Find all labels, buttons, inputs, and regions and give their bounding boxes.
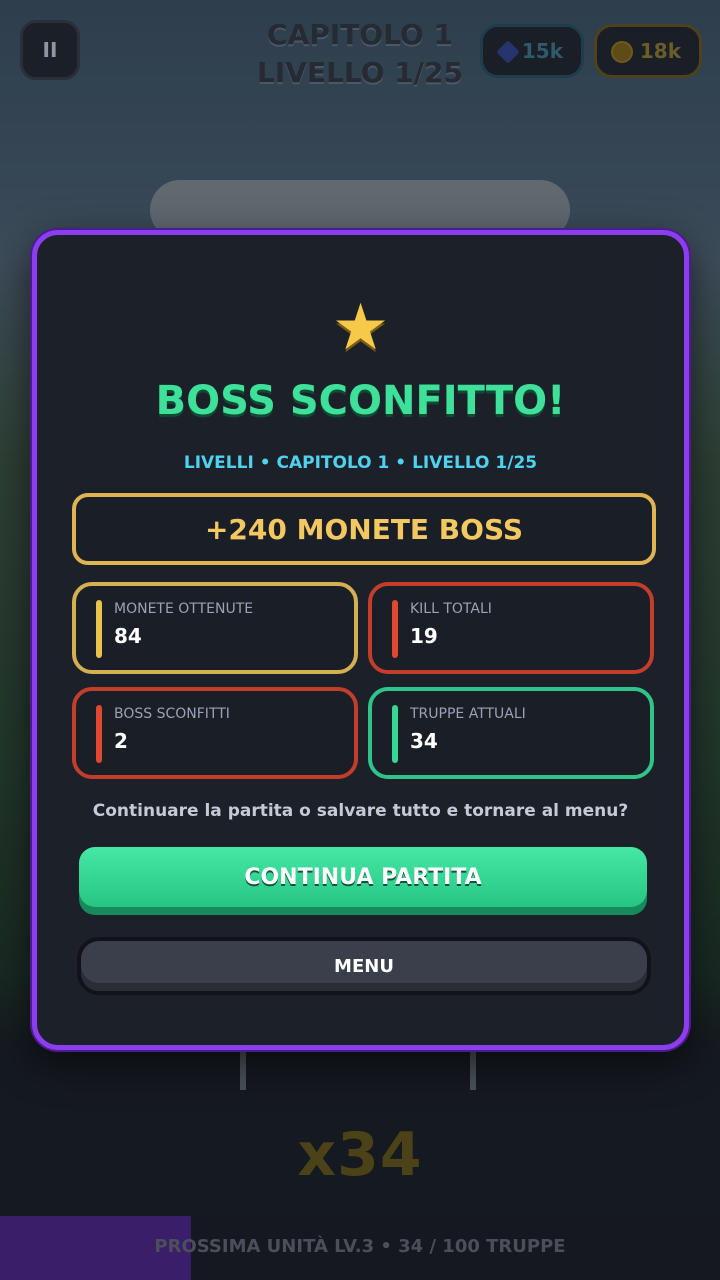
stat-label: BOSS SCONFITTI bbox=[114, 706, 230, 722]
star-icon: ★ bbox=[331, 291, 390, 365]
dialog-title: BOSS SCONFITTO! bbox=[155, 378, 566, 424]
stat-value: 84 bbox=[114, 624, 142, 648]
continue-game-label: CONTINUA PARTITA bbox=[244, 864, 482, 890]
gems-value: 15k bbox=[521, 39, 563, 63]
menu-button[interactable]: MENU bbox=[77, 937, 651, 995]
continue-game-button[interactable]: CONTINUA PARTITA bbox=[79, 847, 647, 907]
gems-counter: 15k bbox=[480, 24, 584, 78]
next-unit-bar: PROSSIMA UNITÀ LV.3 • 34 / 100 TRUPPE bbox=[0, 1216, 720, 1280]
coins-value: 18k bbox=[639, 39, 681, 63]
stat-value: 2 bbox=[114, 729, 128, 753]
stat-accent-bar bbox=[392, 600, 398, 658]
menu-label: MENU bbox=[334, 955, 394, 977]
pause-button[interactable]: II bbox=[20, 20, 80, 80]
chapter-indicator: CAPITOLO 1 LIVELLO 1/25 bbox=[220, 16, 500, 92]
stat-value: 34 bbox=[410, 729, 438, 753]
stat-current-troops: TRUPPE ATTUALI 34 bbox=[368, 687, 654, 779]
stat-label: KILL TOTALI bbox=[410, 601, 492, 617]
gem-icon bbox=[496, 40, 520, 64]
stat-accent-bar bbox=[392, 705, 398, 763]
stat-accent-bar bbox=[96, 600, 102, 658]
stat-bosses-defeated: BOSS SCONFITTI 2 bbox=[72, 687, 358, 779]
boss-defeated-dialog: ★ BOSS SCONFITTO! LIVELLI • CAPITOLO 1 •… bbox=[32, 230, 689, 1050]
coin-icon bbox=[611, 41, 633, 63]
stat-accent-bar bbox=[96, 705, 102, 763]
troop-multiplier: x34 bbox=[297, 1120, 423, 1190]
stat-value: 19 bbox=[410, 624, 438, 648]
stat-label: MONETE OTTENUTE bbox=[114, 601, 254, 617]
stat-label: TRUPPE ATTUALI bbox=[410, 706, 526, 722]
stat-total-kills: KILL TOTALI 19 bbox=[368, 582, 654, 674]
coins-counter: 18k bbox=[594, 24, 702, 78]
chapter-label: CAPITOLO 1 bbox=[267, 18, 453, 51]
boss-reward-banner: +240 MONETE BOSS bbox=[72, 493, 656, 565]
level-label: LIVELLO 1/25 bbox=[257, 56, 463, 89]
dialog-subtitle: LIVELLI • CAPITOLO 1 • LIVELLO 1/25 bbox=[183, 453, 538, 473]
continue-question: Continuare la partita o salvare tutto e … bbox=[92, 801, 629, 821]
next-unit-text: PROSSIMA UNITÀ LV.3 • 34 / 100 TRUPPE bbox=[154, 1236, 566, 1257]
pause-icon: II bbox=[42, 38, 58, 62]
stat-coins-earned: MONETE OTTENUTE 84 bbox=[72, 582, 358, 674]
